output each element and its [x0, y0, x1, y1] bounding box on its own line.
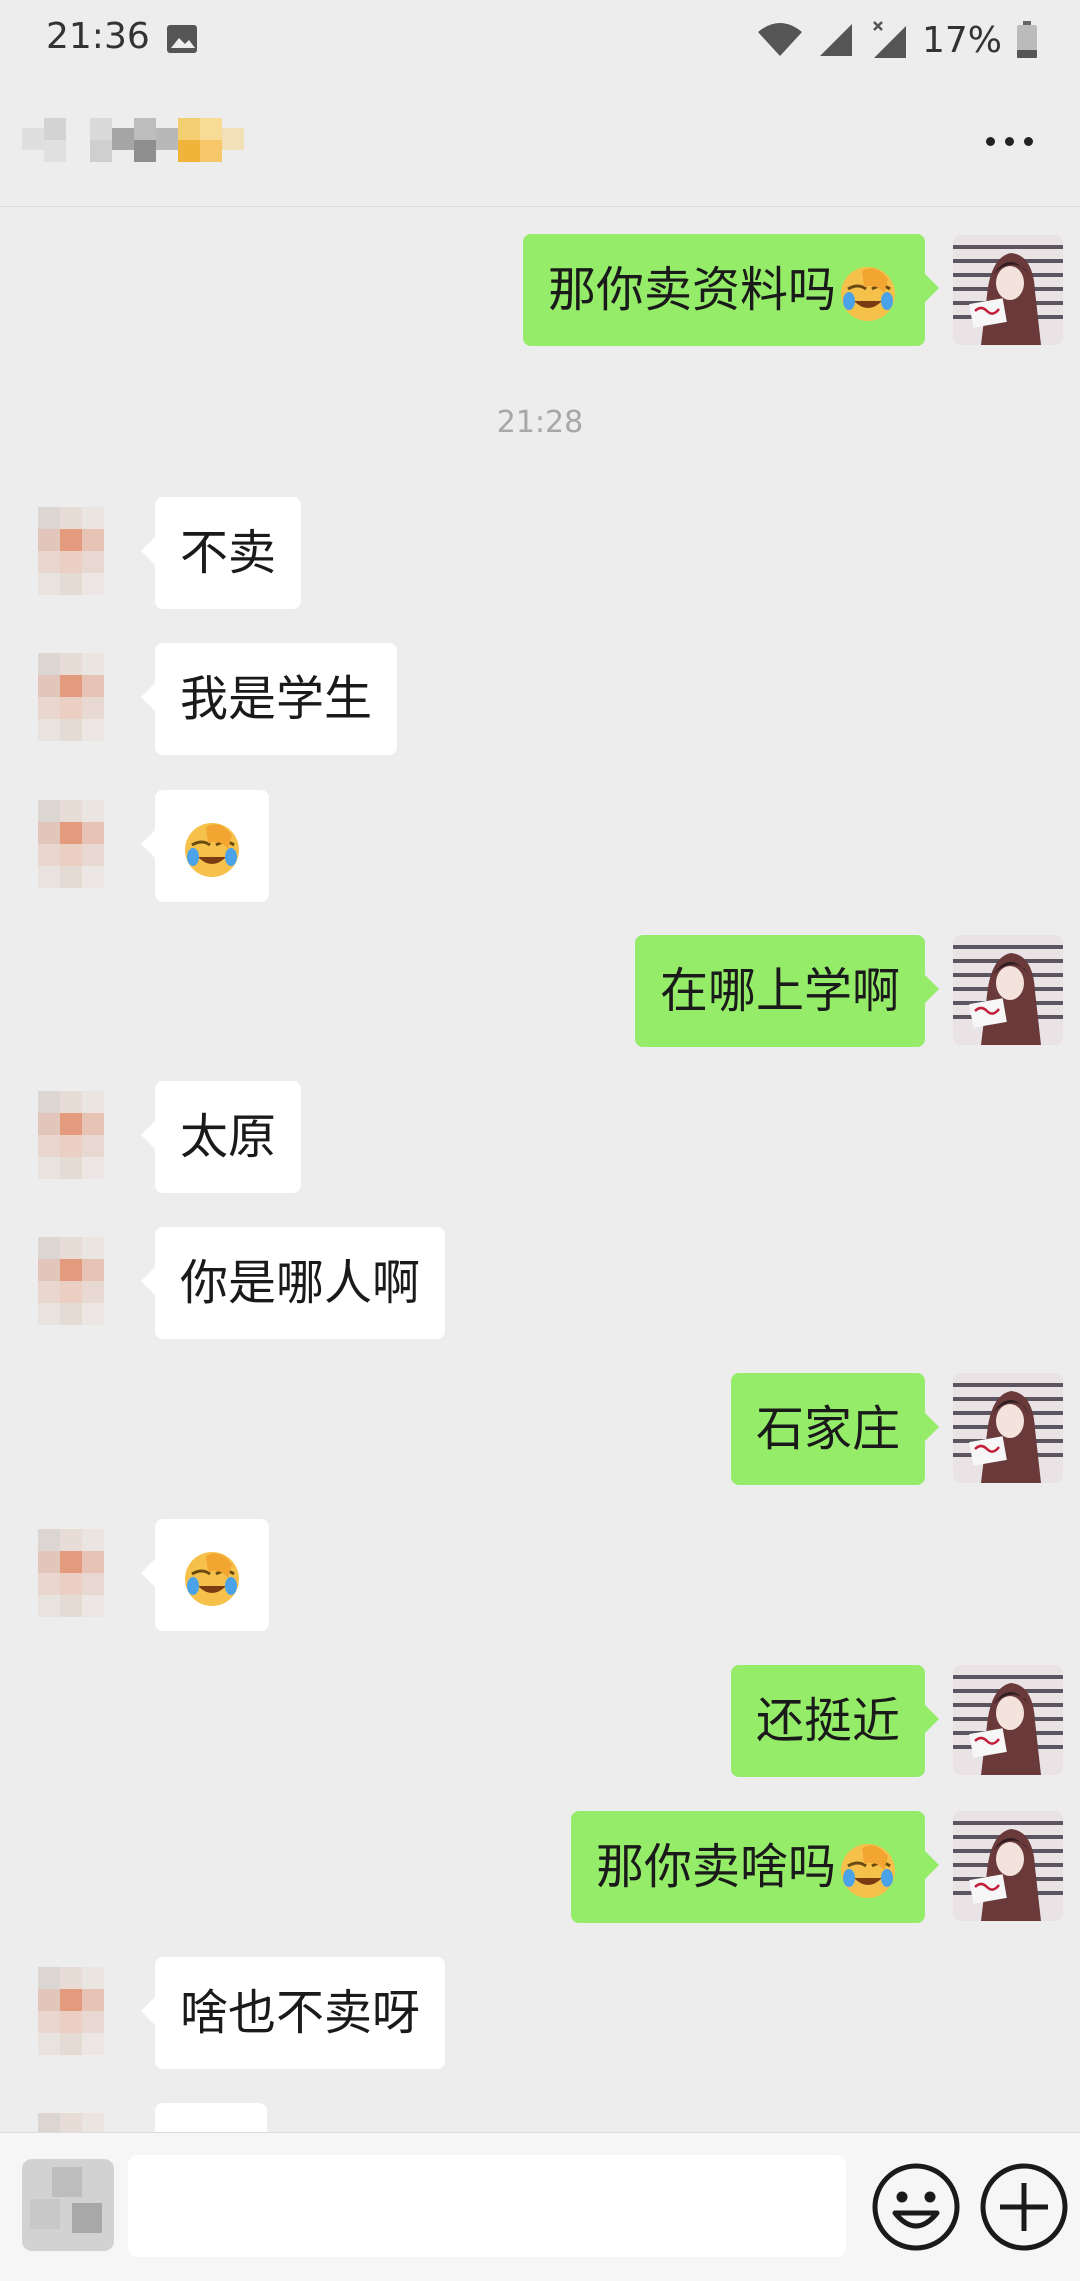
contact-avatar[interactable] — [20, 2103, 130, 2132]
message-bubble-self[interactable]: 那你卖啥吗 — [570, 1811, 940, 1923]
voice-icon[interactable] — [22, 2159, 114, 2251]
status-bar: 21:36 17% — [0, 0, 1080, 82]
input-bar — [0, 2132, 1080, 2281]
message-bubble-other[interactable]: 太原 — [140, 1081, 302, 1193]
emoji-icon[interactable] — [868, 2159, 964, 2255]
chat-header — [0, 82, 1080, 207]
image-icon — [167, 25, 197, 53]
message-bubble-other[interactable]: 啥也不卖呀 — [140, 1957, 446, 2069]
contact-avatar[interactable] — [20, 1519, 130, 1629]
facepalm-laugh-emoji — [836, 261, 900, 325]
message-bubble-other[interactable]: 你是哪人啊 — [140, 1227, 446, 1339]
facepalm-laugh-emoji — [836, 1838, 900, 1902]
plus-icon[interactable] — [976, 2159, 1072, 2255]
contact-avatar[interactable] — [20, 1081, 130, 1191]
contact-avatar[interactable] — [20, 643, 130, 753]
signal-no-sim-icon — [873, 21, 906, 58]
self-avatar[interactable] — [953, 1665, 1063, 1775]
self-avatar[interactable] — [953, 1373, 1063, 1483]
more-dots-icon — [986, 137, 995, 146]
self-avatar[interactable] — [953, 1811, 1063, 1921]
wifi-icon — [757, 23, 802, 56]
signal-icon — [819, 24, 852, 56]
status-icons: 17% — [756, 14, 1038, 66]
message-timestamp: 21:28 — [496, 405, 584, 440]
message-bubble-other[interactable] — [155, 2103, 267, 2132]
battery-icon — [1017, 21, 1037, 58]
message-bubble-other[interactable]: 不卖 — [140, 497, 302, 609]
contact-avatar[interactable] — [20, 1227, 130, 1337]
self-avatar[interactable] — [953, 935, 1063, 1045]
message-bubble-self[interactable]: 那你卖资料吗 — [522, 234, 940, 346]
message-input[interactable] — [128, 2155, 846, 2257]
message-bubble-self[interactable]: 石家庄 — [730, 1373, 940, 1485]
status-time: 21:36 — [46, 16, 150, 57]
contact-avatar[interactable] — [20, 1957, 130, 2067]
more-options-button[interactable] — [980, 122, 1040, 162]
facepalm-laugh-emoji — [180, 1546, 244, 1610]
facepalm-laugh-emoji — [180, 817, 244, 881]
message-list[interactable]: 那你卖资料吗 21:28 不卖 我是学生 在哪上学啊 太原 你是哪人啊 石家庄 … — [0, 207, 1080, 2132]
message-bubble-self[interactable]: 还挺近 — [730, 1665, 940, 1777]
contact-name-pixelated — [22, 118, 244, 162]
contact-avatar[interactable] — [20, 497, 130, 607]
message-bubble-other[interactable] — [141, 790, 269, 902]
message-bubble-self[interactable]: 在哪上学啊 — [634, 935, 940, 1047]
message-bubble-other[interactable] — [141, 1519, 269, 1631]
self-avatar[interactable] — [953, 235, 1063, 345]
contact-avatar[interactable] — [20, 790, 130, 900]
message-bubble-other[interactable]: 我是学生 — [140, 643, 398, 755]
battery-percent: 17% — [921, 19, 1002, 61]
